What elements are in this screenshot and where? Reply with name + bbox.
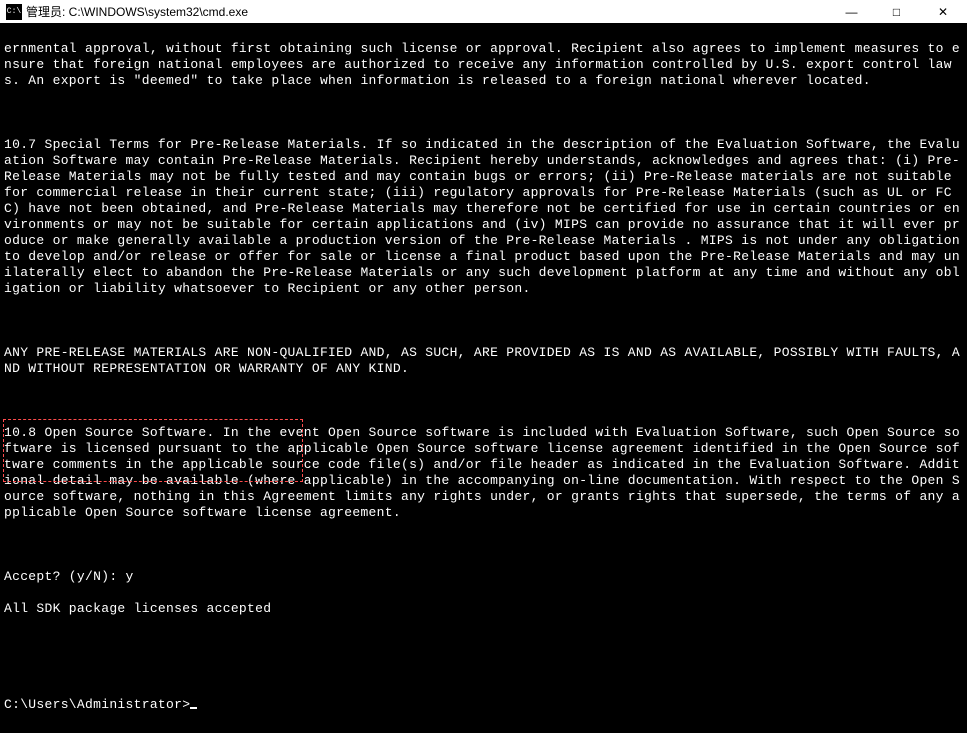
cmd-icon: C:\ [6,4,22,20]
result-line: All SDK package licenses accepted [4,601,963,617]
blank-line [4,633,963,649]
close-button[interactable]: ✕ [919,0,967,23]
blank-line [4,393,963,409]
blank-line [4,313,963,329]
minimize-button[interactable]: — [829,0,874,23]
cwd-prompt: C:\Users\Administrator> [4,697,190,712]
license-text-block-3: ANY PRE-RELEASE MATERIALS ARE NON-QUALIF… [4,345,963,377]
license-text-block-4: 10.8 Open Source Software. In the event … [4,425,963,521]
accept-prompt: Accept? (y/N): [4,569,126,584]
maximize-button[interactable]: □ [874,0,919,23]
accept-prompt-line: Accept? (y/N): y [4,569,963,585]
license-text-block-1: ernmental approval, without first obtain… [4,41,963,89]
window-controls: — □ ✕ [829,0,967,23]
cwd-prompt-line: C:\Users\Administrator> [4,697,963,713]
license-text-block-2: 10.7 Special Terms for Pre-Release Mater… [4,137,963,297]
blank-line [4,665,963,681]
user-input: y [126,569,134,584]
terminal-output[interactable]: ernmental approval, without first obtain… [0,23,967,733]
text-cursor [190,707,197,709]
window-title: 管理员: C:\WINDOWS\system32\cmd.exe [26,3,248,20]
window-titlebar: C:\ 管理员: C:\WINDOWS\system32\cmd.exe — □… [0,0,967,23]
blank-line [4,105,963,121]
blank-line [4,537,963,553]
